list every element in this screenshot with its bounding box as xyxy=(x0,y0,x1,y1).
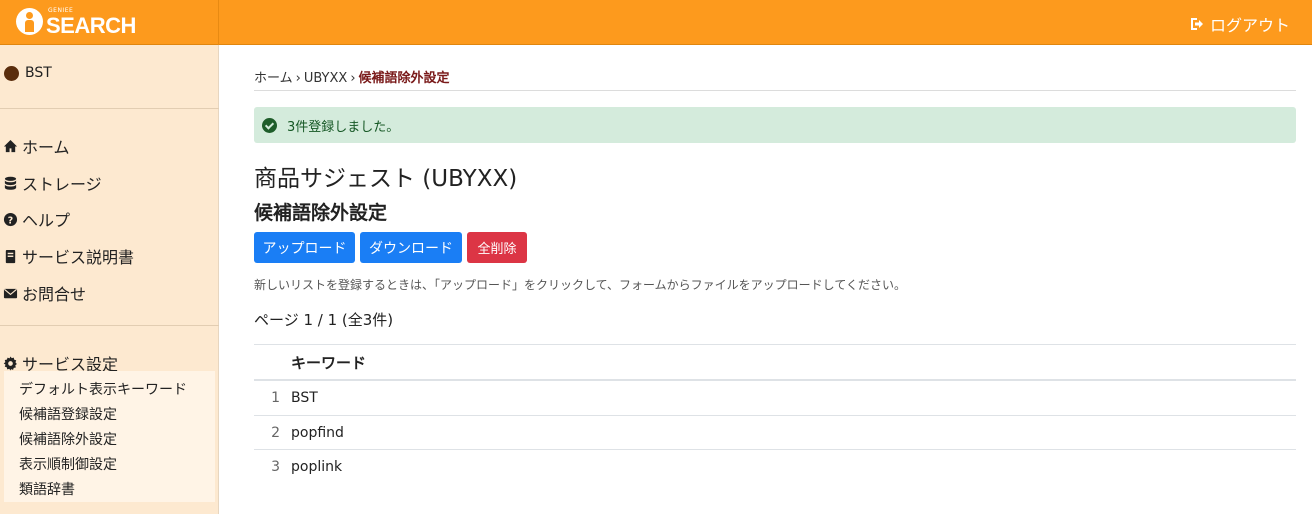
database-icon xyxy=(4,176,17,190)
sidebar-item-manual[interactable]: サービス説明書 xyxy=(3,244,134,268)
submenu-item-candidate-registration[interactable]: 候補語登録設定 xyxy=(19,404,117,424)
sidebar-item-storage[interactable]: ストレージ xyxy=(3,171,102,195)
submenu-item-display-order[interactable]: 表示順制御設定 xyxy=(19,454,117,474)
settings-submenu: デフォルト表示キーワード 候補語登録設定 候補語除外設定 表示順制御設定 類語辞… xyxy=(4,371,215,502)
submenu-item-candidate-exclusion[interactable]: 候補語除外設定 xyxy=(19,429,117,449)
breadcrumb-current: 候補語除外設定 xyxy=(358,71,450,86)
sidebar-divider xyxy=(0,325,219,326)
row-number: 3 xyxy=(271,459,280,475)
home-icon xyxy=(3,139,18,152)
submenu-item-default-keywords[interactable]: デフォルト表示キーワード xyxy=(19,379,187,399)
row-keyword: poplink xyxy=(291,459,343,475)
submenu-item-synonyms[interactable]: 類語辞書 xyxy=(19,479,75,499)
table-header-keyword: キーワード xyxy=(291,354,367,372)
sidebar: BST ホーム ストレージ ? ヘルプ サービス説明書 お問合せ サービス設定 … xyxy=(0,45,219,514)
check-circle-icon xyxy=(262,117,277,133)
row-number: 1 xyxy=(271,390,280,406)
alert-message: 3件登録しました。 xyxy=(287,119,400,135)
page-subtitle: 候補語除外設定 xyxy=(254,202,388,224)
sidebar-divider xyxy=(0,108,219,109)
top-navbar: GENIEE SEARCH ログアウト xyxy=(0,0,1312,45)
breadcrumb: ホーム › UBYXX › 候補語除外設定 xyxy=(254,67,450,86)
sidebar-item-label: サービス説明書 xyxy=(22,248,135,267)
row-number: 2 xyxy=(271,425,280,441)
breadcrumb-separator: › xyxy=(295,71,301,86)
book-icon xyxy=(5,249,16,263)
help-text: 新しいリストを登録するときは、「アップロード」をクリックして、フォームからファイ… xyxy=(254,278,906,292)
user-status-dot xyxy=(4,65,19,81)
table-row-border xyxy=(254,415,1296,416)
sidebar-item-home[interactable]: ホーム xyxy=(3,134,70,158)
logout-button[interactable]: ログアウト xyxy=(1190,12,1290,36)
breadcrumb-home[interactable]: ホーム xyxy=(254,71,293,86)
breadcrumb-site[interactable]: UBYXX xyxy=(304,71,347,86)
breadcrumb-separator: › xyxy=(350,71,356,86)
success-alert: 3件登録しました。 xyxy=(254,107,1296,143)
row-keyword: BST xyxy=(291,390,318,406)
page-title: 商品サジェスト (UBYXX) xyxy=(254,166,518,192)
user-name: BST xyxy=(25,65,52,81)
logout-label: ログアウト xyxy=(1209,16,1290,35)
sidebar-user[interactable]: BST xyxy=(4,65,52,81)
sidebar-item-label: ヘルプ xyxy=(22,211,71,230)
delete-all-button[interactable]: 全削除 xyxy=(467,232,527,263)
table-row-border xyxy=(254,449,1296,450)
question-circle-icon: ? xyxy=(3,212,18,226)
envelope-icon xyxy=(3,288,18,298)
logo-text: SEARCH xyxy=(46,13,136,38)
sign-out-icon xyxy=(1190,18,1203,30)
table-border xyxy=(254,344,1296,345)
table-header-border xyxy=(254,379,1296,381)
logo-person-icon xyxy=(16,8,43,35)
row-keyword: popfind xyxy=(291,425,344,441)
download-button[interactable]: ダウンロード xyxy=(360,232,462,263)
svg-text:?: ? xyxy=(8,215,13,226)
pagination-info: ページ 1 / 1 (全3件) xyxy=(254,311,394,329)
breadcrumb-divider xyxy=(254,90,1296,91)
sidebar-item-help[interactable]: ? ヘルプ xyxy=(3,207,70,231)
sidebar-item-label: ホーム xyxy=(22,138,70,157)
sidebar-item-contact[interactable]: お問合せ xyxy=(3,281,86,305)
sidebar-item-label: ストレージ xyxy=(22,175,102,194)
sidebar-item-label: お問合せ xyxy=(22,285,87,304)
upload-button[interactable]: アップロード xyxy=(254,232,355,263)
gear-icon xyxy=(3,355,17,371)
brand-logo[interactable]: GENIEE SEARCH xyxy=(0,0,219,45)
